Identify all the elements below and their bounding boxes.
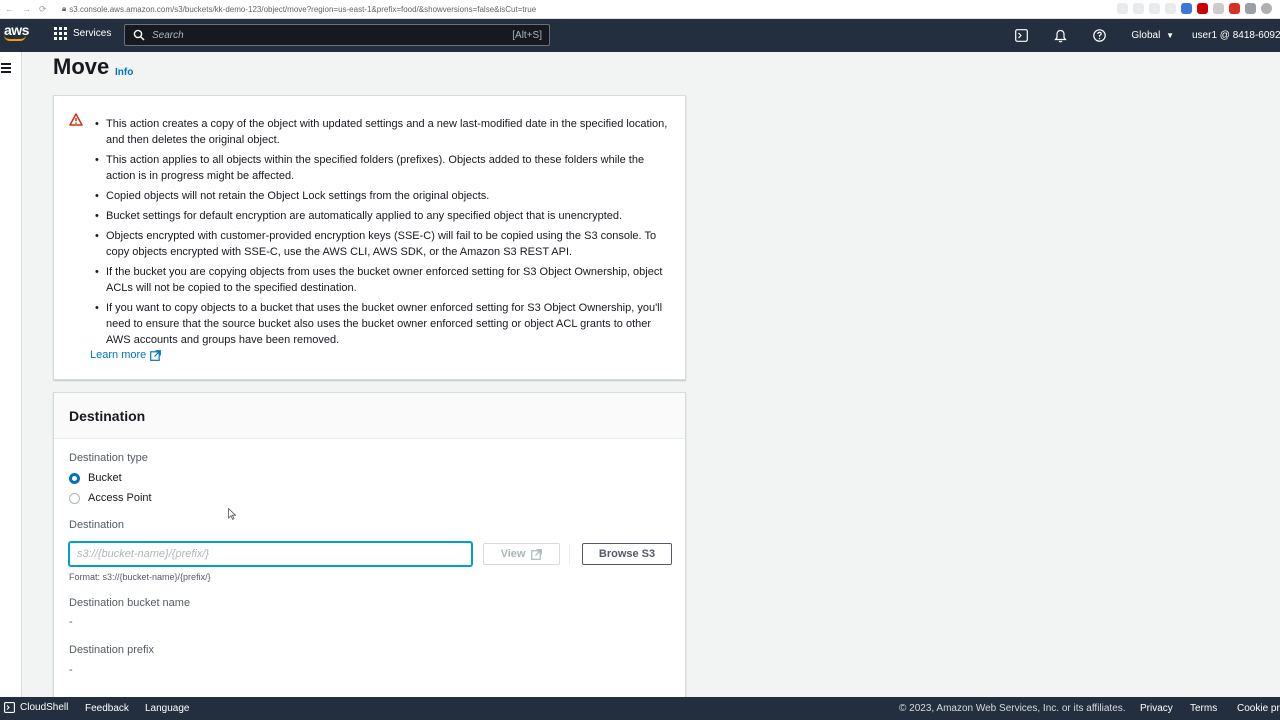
back-icon[interactable]: ← [5, 4, 14, 15]
extension-icon[interactable] [1181, 3, 1192, 14]
radio-unselected-icon [69, 492, 80, 504]
browser-bar: ← → ⟳ 🔒︎ s3.console.aws.amazon.com/s3/bu… [0, 0, 1280, 19]
warning-list: This action creates a copy of the object… [95, 116, 676, 352]
language-link[interactable]: Language [145, 703, 190, 714]
learn-more-label: Learn more [90, 349, 147, 361]
hamburger-menu-icon[interactable] [1, 63, 11, 75]
destination-title: Destination [69, 408, 146, 424]
bell-icon[interactable] [1053, 29, 1067, 43]
star-icon[interactable] [1165, 3, 1176, 14]
warning-item: Objects encrypted with customer-provided… [95, 228, 676, 260]
profile-icon[interactable] [1261, 3, 1272, 14]
side-navigation-rail [0, 52, 22, 697]
search-placeholder: Search [152, 29, 184, 41]
cloudshell-icon[interactable] [1014, 29, 1028, 43]
extension-icon[interactable] [1229, 3, 1240, 14]
browser-extensions [1117, 3, 1272, 14]
view-button[interactable]: View [483, 543, 560, 565]
cloudshell-icon [4, 702, 15, 713]
region-label: Global [1131, 30, 1161, 41]
lock-icon[interactable]: 🔒︎ [62, 4, 66, 14]
aws-top-nav: aws Services Search [Alt+S] Global ▼ use… [0, 19, 1280, 52]
external-link-icon [150, 349, 162, 361]
destination-type-label: Destination type [69, 452, 148, 464]
grid-icon [54, 27, 67, 40]
destination-header: Destination [54, 393, 685, 439]
radio-access-point[interactable]: Access Point [69, 492, 152, 504]
search-icon [133, 29, 145, 41]
terms-link[interactable]: Terms [1190, 703, 1217, 714]
nav-right: Global ▼ user1 @ 8418-6092 [1014, 19, 1280, 52]
radio-bucket-label: Bucket [88, 472, 122, 484]
radio-bucket[interactable]: Bucket [69, 472, 122, 484]
info-link[interactable]: Info [115, 67, 133, 78]
warning-alert: This action creates a copy of the object… [53, 95, 686, 380]
caret-down-icon: ▼ [1166, 31, 1174, 40]
feedback-link[interactable]: Feedback [85, 703, 129, 714]
extension-icon[interactable] [1197, 3, 1208, 14]
search-shortcut: [Alt+S] [512, 29, 542, 41]
destination-field-label: Destination [69, 519, 125, 531]
help-icon[interactable] [1092, 29, 1106, 43]
share-icon[interactable] [1149, 3, 1160, 14]
format-hint: Format: s3://{bucket-name}/{prefix/} [69, 572, 211, 582]
warning-item: Bucket settings for default encryption a… [95, 208, 676, 224]
extension-icon[interactable] [1213, 3, 1224, 14]
learn-more-link[interactable]: Learn more [90, 349, 162, 361]
warning-item: This action applies to all objects withi… [95, 152, 676, 184]
zoom-icon[interactable] [1133, 3, 1144, 14]
services-label: Services [73, 28, 112, 39]
aws-logo-text: aws [4, 22, 29, 38]
extension-icon[interactable] [1117, 3, 1128, 14]
extension-icon[interactable] [1245, 3, 1256, 14]
destination-input[interactable] [69, 542, 472, 566]
forward-icon[interactable]: → [22, 4, 31, 15]
page-title: Move [53, 54, 110, 79]
search-input[interactable]: Search [Alt+S] [124, 24, 550, 46]
warning-item: Copied objects will not retain the Objec… [95, 188, 676, 204]
region-selector[interactable]: Global ▼ [1131, 30, 1174, 41]
radio-access-point-label: Access Point [88, 492, 152, 504]
copyright-text: © 2023, Amazon Web Services, Inc. or its… [899, 703, 1126, 714]
warning-item: If you want to copy objects to a bucket … [95, 300, 676, 348]
radio-selected-icon [69, 472, 80, 484]
prefix-value: - [69, 664, 73, 676]
aws-logo[interactable]: aws [4, 23, 32, 47]
warning-icon [69, 113, 83, 126]
privacy-link[interactable]: Privacy [1140, 703, 1173, 714]
footer: CloudShell Feedback Language © 2023, Ama… [0, 697, 1280, 720]
reload-icon[interactable]: ⟳ [39, 4, 47, 15]
mouse-cursor-icon [228, 508, 236, 520]
services-menu-button[interactable]: Services [54, 27, 111, 40]
cookie-preferences-link[interactable]: Cookie preferences [1237, 703, 1280, 714]
cloudshell-label: CloudShell [20, 702, 69, 713]
browse-s3-button[interactable]: Browse S3 [582, 543, 672, 565]
button-divider [569, 544, 570, 564]
browser-nav: ← → ⟳ [0, 4, 60, 15]
warning-item: This action creates a copy of the object… [95, 116, 676, 148]
account-menu[interactable]: user1 @ 8418-6092 [1192, 30, 1280, 41]
view-button-label: View [500, 548, 526, 560]
bucket-name-value: - [69, 616, 73, 628]
bucket-name-label: Destination bucket name [69, 597, 191, 609]
cloudshell-button[interactable]: CloudShell [4, 702, 68, 713]
address-bar[interactable]: s3.console.aws.amazon.com/s3/buckets/kk-… [69, 5, 969, 14]
warning-item: If the bucket you are copying objects fr… [95, 264, 676, 296]
destination-panel: Destination Destination type Bucket Acce… [53, 392, 686, 702]
external-link-icon [531, 548, 543, 560]
prefix-label: Destination prefix [69, 644, 154, 656]
